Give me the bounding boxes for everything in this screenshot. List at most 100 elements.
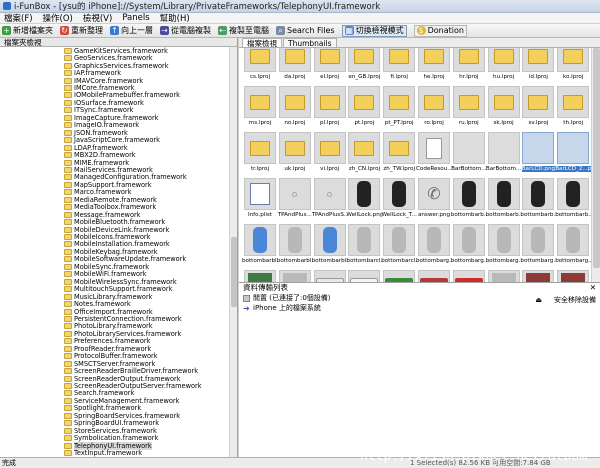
- thumbnail-item[interactable]: ms.lproj: [242, 84, 278, 130]
- menu-operation[interactable]: 操作(O): [43, 12, 73, 24]
- blue-pill-icon: [322, 227, 337, 253]
- thumbnail-item[interactable]: CodeResou...: [416, 130, 452, 176]
- thumbnail-label: cs.lproj: [249, 74, 271, 80]
- folder-tree-scrollbar[interactable]: [229, 47, 237, 457]
- thumbnail-item[interactable]: bottombarcl...: [346, 222, 382, 268]
- thumbnail-item[interactable]: uk.lproj: [277, 130, 313, 176]
- thumbnail-tile: [383, 132, 416, 164]
- thumbnail-item[interactable]: da.lproj: [277, 48, 313, 84]
- thumbnail-item[interactable]: BarLCD_2...png: [555, 130, 591, 176]
- thumbnail-item[interactable]: bottombarg...: [520, 222, 556, 268]
- scrollbar-thumb[interactable]: [593, 48, 600, 268]
- thumbnail-item[interactable]: ko.lproj: [555, 48, 591, 84]
- thumbnail-item[interactable]: ➔: [416, 268, 452, 282]
- thumbnail-item[interactable]: id.lproj: [520, 48, 556, 84]
- folder-icon: [64, 375, 72, 382]
- thumbnail-item[interactable]: BarBottom...: [486, 130, 522, 176]
- thumbnail-item[interactable]: hr.lproj: [451, 48, 487, 84]
- thumbnail-label: BarBottom...: [485, 166, 522, 172]
- thumbnail-item[interactable]: en_GB.lproj: [346, 48, 382, 84]
- thumbnail-item[interactable]: TPAndPlus...: [277, 176, 313, 222]
- thumbnail-item[interactable]: [520, 268, 556, 282]
- thumbnail-item[interactable]: bottombarb...: [451, 176, 487, 222]
- folder-icon: [354, 94, 375, 110]
- copy-to-pc-button[interactable]: ⇠ 複製至電腦: [218, 25, 269, 36]
- scrollbar-thumb[interactable]: [231, 237, 237, 307]
- thumbnail-item[interactable]: [242, 268, 278, 282]
- thumbnail-item[interactable]: fi.lproj: [381, 48, 417, 84]
- thumbnail-item[interactable]: zh_CN.lproj: [346, 130, 382, 176]
- menu-file[interactable]: 檔案(F): [4, 12, 33, 24]
- thumbnail-item[interactable]: ➔: [451, 268, 487, 282]
- thumbnail-item[interactable]: Info.plist: [242, 176, 278, 222]
- thumbnail-item[interactable]: th.lproj: [555, 84, 591, 130]
- folder-icon: [64, 412, 72, 419]
- thumbnail-item[interactable]: bottombarb...: [555, 176, 591, 222]
- thumbnail-item[interactable]: pt_PT.lproj: [381, 84, 417, 130]
- thumbnail-item[interactable]: bottombarg...: [416, 222, 452, 268]
- tab-thumbnails[interactable]: Thumbnails: [283, 38, 337, 48]
- folder-icon: [64, 353, 72, 360]
- thumbnail-grid: cs.lproj da.lproj el.lproj en_GB.lproj fi.lp…: [239, 48, 591, 282]
- menu-help[interactable]: 幫助(H): [160, 12, 190, 24]
- thumbnail-item[interactable]: sk.lproj: [486, 84, 522, 130]
- thumbnail-item[interactable]: ✆ answer.png: [416, 176, 452, 222]
- close-icon[interactable]: ✕: [590, 283, 596, 293]
- thumbnail-item[interactable]: pt.lproj: [346, 84, 382, 130]
- folder-icon: [64, 397, 72, 404]
- thumbnail-item[interactable]: [555, 268, 591, 282]
- thumbnail-item[interactable]: bottombarb...: [520, 176, 556, 222]
- folder-icon: [64, 286, 72, 293]
- thumbnail-item[interactable]: TPAndPlusS...: [312, 176, 348, 222]
- thumbnail-tile: [522, 178, 555, 210]
- thumbnail-item[interactable]: sv.lproj: [520, 84, 556, 130]
- search-files-button[interactable]: ⌕ Search Files: [276, 26, 335, 35]
- thumbnail-item[interactable]: bottombarcl...: [381, 222, 417, 268]
- copy-from-pc-button[interactable]: ⇢ 從電腦複製: [160, 25, 211, 36]
- thumbnail-item[interactable]: WellLock.png: [346, 176, 382, 222]
- thumbnail-item[interactable]: bottombarg...: [555, 222, 591, 268]
- thumbnail-item[interactable]: BarBottom...: [451, 130, 487, 176]
- thumbnail-item[interactable]: [277, 268, 313, 282]
- thumbnail-item[interactable]: zh_TW.lproj: [381, 130, 417, 176]
- refresh-button[interactable]: ↻ 重新整理: [60, 25, 103, 36]
- thumbnail-item[interactable]: pl.lproj: [312, 84, 348, 130]
- thumbnail-item[interactable]: he.lproj: [416, 48, 452, 84]
- thumbnail-item[interactable]: bottombarbl...: [242, 222, 278, 268]
- thumbnail-item[interactable]: ➔: [312, 268, 348, 282]
- menu-view[interactable]: 檢視(V): [83, 12, 112, 24]
- thumbnail-item[interactable]: hu.lproj: [486, 48, 522, 84]
- folder-tree: GameKitServices.framework GeoServices.fra…: [0, 47, 230, 457]
- safe-remove-button[interactable]: ⏏ 安全移除設備: [535, 295, 596, 305]
- thumbnail-item[interactable]: bottombarbl...: [312, 222, 348, 268]
- copy-out-icon: ⇠: [218, 26, 227, 35]
- tab-file-view[interactable]: 檔案檢視: [242, 38, 282, 48]
- thumbnail-item[interactable]: ro.lproj: [416, 84, 452, 130]
- thumbnail-item[interactable]: el.lproj: [312, 48, 348, 84]
- thumbnail-item[interactable]: ru.lproj: [451, 84, 487, 130]
- thumbnail-item[interactable]: bottombarb...: [486, 176, 522, 222]
- new-folder-button[interactable]: + 新增檔案夾: [2, 25, 53, 36]
- thumbnail-item[interactable]: vi.lproj: [312, 130, 348, 176]
- toggle-view-button[interactable]: ▦ 切換檢視模式: [341, 24, 407, 37]
- thumbnail-item[interactable]: no.lproj: [277, 84, 313, 130]
- folder-icon: [319, 48, 340, 64]
- thumbnail-item[interactable]: bottombarbl...: [277, 222, 313, 268]
- grid-scrollbar[interactable]: [591, 48, 600, 282]
- thumbnail-item[interactable]: bottombarg...: [486, 222, 522, 268]
- thumbnail-item[interactable]: ➔: [346, 268, 382, 282]
- up-button[interactable]: ↑ 向上一層: [110, 25, 153, 36]
- thumbnail-item[interactable]: cs.lproj: [242, 48, 278, 84]
- donation-button[interactable]: $ Donation: [413, 24, 467, 37]
- thumbnail-item[interactable]: BarLCD.png: [520, 130, 556, 176]
- menu-panels[interactable]: Panels: [122, 13, 149, 23]
- thumbnail-item[interactable]: bottombarg...: [451, 222, 487, 268]
- gray-pill-icon: [566, 227, 581, 253]
- tree-item[interactable]: TextInput.framework: [64, 449, 142, 457]
- thumbnail-item[interactable]: [486, 268, 522, 282]
- folder-icon: [64, 219, 72, 226]
- thumbnail-item[interactable]: tr.lproj: [242, 130, 278, 176]
- thumbnail-item[interactable]: WellLock_T...: [381, 176, 417, 222]
- thumbnail-item[interactable]: ➔: [381, 268, 417, 282]
- folder-icon: [64, 226, 72, 233]
